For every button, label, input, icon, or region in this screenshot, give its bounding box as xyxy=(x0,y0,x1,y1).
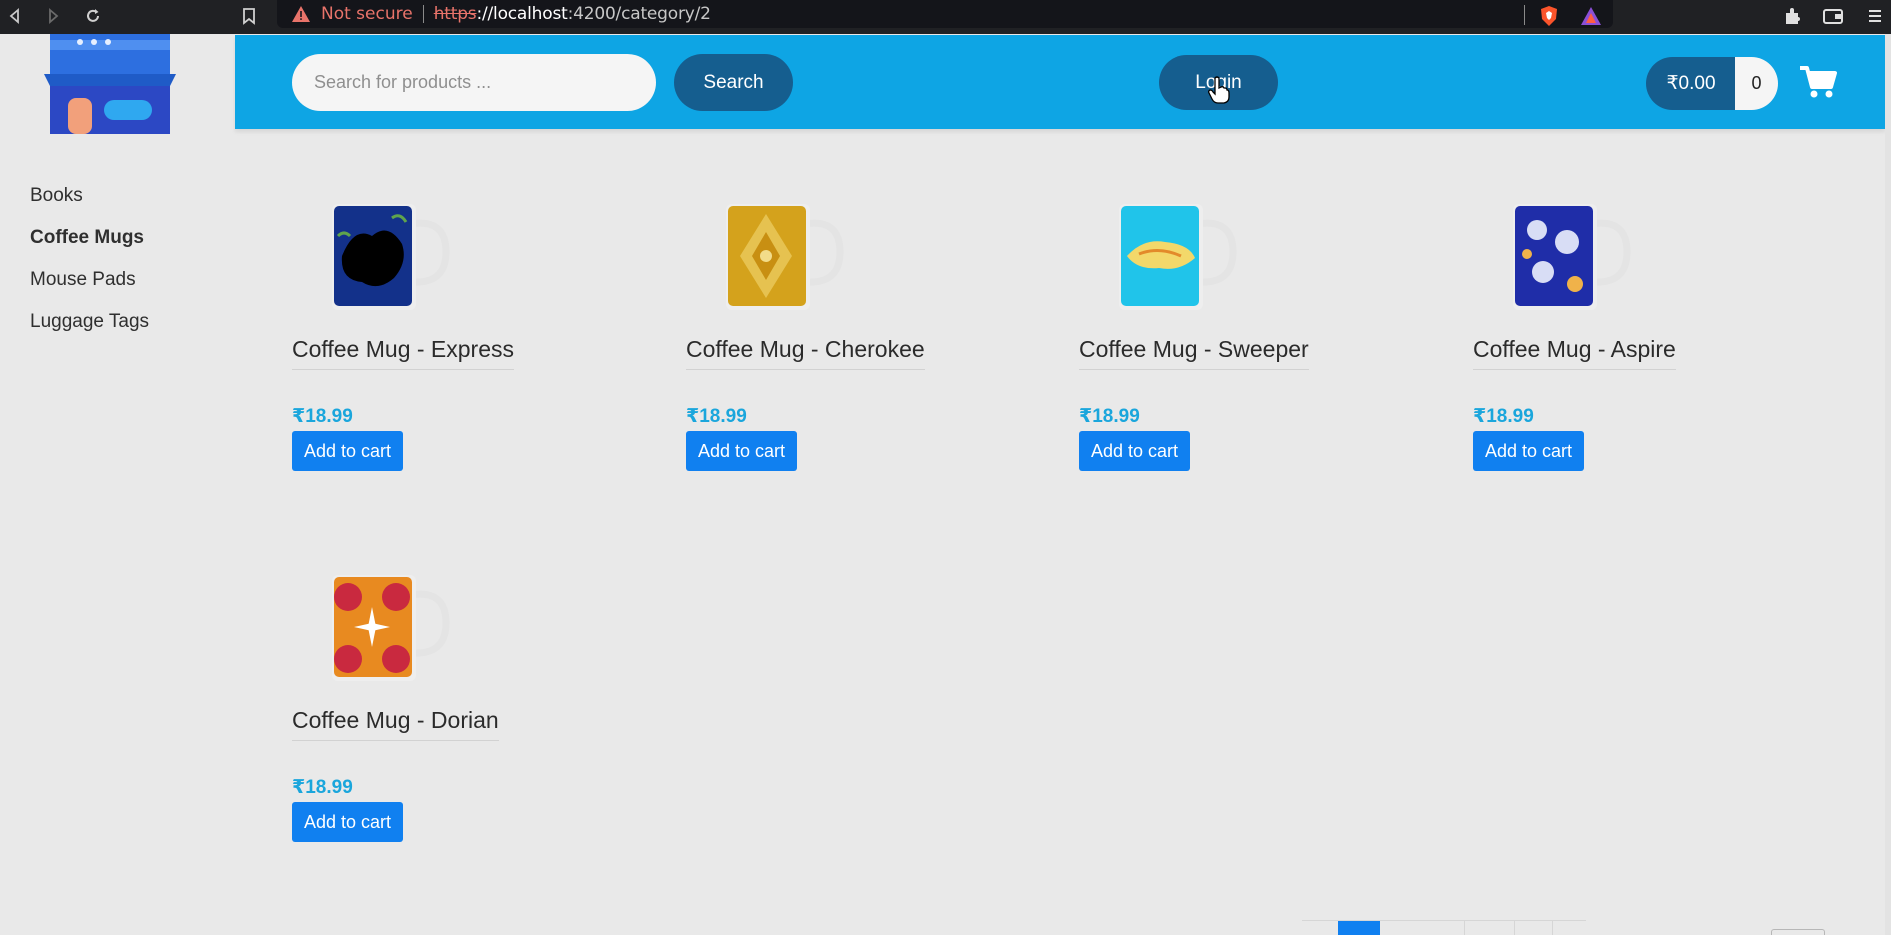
pagination xyxy=(1302,920,1586,935)
address-divider xyxy=(422,5,424,23)
sidebar-item-books[interactable]: Books xyxy=(30,182,210,224)
product-image-express[interactable] xyxy=(332,196,472,316)
product-name[interactable]: Coffee Mug - Cherokee xyxy=(686,336,925,370)
add-to-cart-button[interactable]: Add to cart xyxy=(1079,431,1191,471)
add-to-cart-button[interactable]: Add to cart xyxy=(292,431,404,471)
page-divider xyxy=(1552,921,1553,935)
product-image-cherokee[interactable] xyxy=(726,196,866,316)
hand-cursor-icon xyxy=(1208,76,1230,104)
product-name[interactable]: Coffee Mug - Sweeper xyxy=(1079,336,1309,370)
product-price: ₹18.99 xyxy=(292,406,353,427)
back-icon[interactable] xyxy=(2,3,28,29)
page-divider xyxy=(1514,921,1515,935)
product-price: ₹18.99 xyxy=(686,406,747,427)
add-to-cart-button[interactable]: Add to cart xyxy=(1473,431,1585,471)
brave-rewards-icon[interactable] xyxy=(1578,3,1604,29)
bookmark-icon[interactable] xyxy=(236,3,262,29)
warning-icon xyxy=(291,4,311,24)
wallet-icon[interactable] xyxy=(1820,3,1846,29)
add-to-cart-button[interactable]: Add to cart xyxy=(292,802,404,842)
product-image-aspire[interactable] xyxy=(1513,196,1653,316)
product-name[interactable]: Coffee Mug - Dorian xyxy=(292,707,499,741)
search-input[interactable] xyxy=(292,54,656,111)
scroll-to-top-button[interactable] xyxy=(1771,929,1825,935)
top-header: Search Login ₹0.00 0 xyxy=(235,35,1885,129)
product-price: ₹18.99 xyxy=(1473,406,1534,427)
search-button[interactable]: Search xyxy=(674,54,793,111)
shopping-cart-icon[interactable] xyxy=(1798,63,1838,101)
address-bar[interactable]: Not secure https://localhost:4200/catego… xyxy=(277,0,1613,28)
sidebar-item-mouse-pads[interactable]: Mouse Pads xyxy=(30,266,210,308)
toolbar-divider xyxy=(1524,5,1525,25)
menu-icon[interactable] xyxy=(1862,3,1888,29)
add-to-cart-button[interactable]: Add to cart xyxy=(686,431,798,471)
cart-count-badge[interactable]: 0 xyxy=(1735,57,1778,110)
brave-shields-icon[interactable] xyxy=(1536,3,1562,29)
not-secure-label[interactable]: Not secure xyxy=(321,4,413,24)
product-name[interactable]: Coffee Mug - Express xyxy=(292,336,515,370)
sidebar-item-luggage-tags[interactable]: Luggage Tags xyxy=(30,308,210,350)
scrollbar-track[interactable] xyxy=(1885,34,1891,935)
product-name[interactable]: Coffee Mug - Aspire xyxy=(1473,336,1676,370)
reload-icon[interactable] xyxy=(80,3,106,29)
product-image-dorian[interactable] xyxy=(332,567,472,687)
product-image-sweeper[interactable] xyxy=(1119,196,1259,316)
page-button-active[interactable] xyxy=(1338,921,1380,935)
cart-total[interactable]: ₹0.00 xyxy=(1646,57,1736,110)
forward-icon[interactable] xyxy=(40,3,66,29)
url-text[interactable]: https://localhost:4200/category/2 xyxy=(434,4,711,24)
product-price: ₹18.99 xyxy=(292,777,353,798)
sidebar-item-coffee-mugs[interactable]: Coffee Mugs xyxy=(30,224,210,266)
category-sidebar: Books Coffee Mugs Mouse Pads Luggage Tag… xyxy=(30,182,210,350)
browser-toolbar: Not secure https://localhost:4200/catego… xyxy=(0,0,1891,34)
store-logo-icon[interactable] xyxy=(38,34,182,134)
extensions-icon[interactable] xyxy=(1780,3,1806,29)
product-price: ₹18.99 xyxy=(1079,406,1140,427)
page-divider xyxy=(1464,921,1465,935)
